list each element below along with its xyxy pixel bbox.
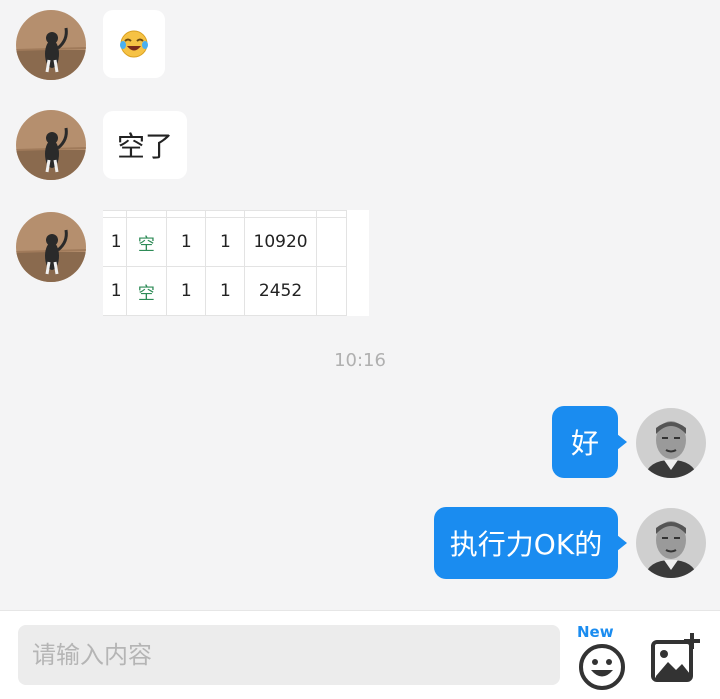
table-cell: 1 bbox=[205, 266, 246, 316]
table-cell bbox=[315, 266, 348, 316]
laughing-crying-emoji-icon bbox=[120, 30, 148, 58]
table-cell: 1 bbox=[166, 217, 207, 267]
user-avatar[interactable] bbox=[636, 408, 706, 478]
message-input[interactable] bbox=[18, 625, 560, 685]
table-cell: 1 bbox=[103, 266, 127, 316]
table-cell: 2452 bbox=[244, 266, 317, 316]
contact-avatar-cat[interactable] bbox=[16, 110, 86, 180]
table-cell: 10920 bbox=[244, 217, 317, 267]
add-image-button[interactable] bbox=[648, 629, 704, 689]
table-snippet: 1 空 1 1 10920 1 空 1 1 2452 bbox=[103, 210, 348, 316]
table-row bbox=[103, 210, 348, 218]
table-row: 1 空 1 1 2452 bbox=[103, 266, 348, 316]
table-cell: 空 bbox=[125, 217, 168, 267]
table-cell: 1 bbox=[205, 217, 246, 267]
table-cell: 1 bbox=[103, 217, 127, 267]
emoji-button[interactable]: New bbox=[574, 623, 634, 695]
message-input-bar: New bbox=[0, 610, 720, 699]
smiley-icon bbox=[579, 644, 625, 690]
message-bubble-outgoing[interactable]: 好 bbox=[552, 406, 627, 478]
table-cell: 1 bbox=[166, 266, 207, 316]
add-image-icon bbox=[651, 633, 700, 682]
message-text: 空了 bbox=[116, 130, 173, 163]
message-text: 执行力OK的 bbox=[449, 528, 603, 561]
contact-avatar-cat[interactable] bbox=[16, 10, 86, 80]
message-image-table-snippet[interactable]: 1 空 1 1 10920 1 空 1 1 2452 bbox=[103, 210, 369, 316]
message-timestamp: 10:16 bbox=[334, 350, 386, 371]
table-cell: 空 bbox=[125, 266, 168, 316]
chat-area: 空了 1 空 1 1 10920 1 空 1 1 2452 10:16 好 执行… bbox=[0, 0, 720, 610]
contact-avatar-cat[interactable] bbox=[16, 212, 86, 282]
message-bubble-outgoing[interactable]: 执行力OK的 bbox=[434, 507, 627, 579]
table-row: 1 空 1 1 10920 bbox=[103, 217, 348, 267]
message-text: 好 bbox=[570, 427, 599, 460]
table-cell bbox=[315, 217, 348, 267]
message-bubble-emoji[interactable] bbox=[103, 10, 165, 78]
message-bubble-text[interactable]: 空了 bbox=[103, 111, 187, 179]
user-avatar[interactable] bbox=[636, 508, 706, 578]
